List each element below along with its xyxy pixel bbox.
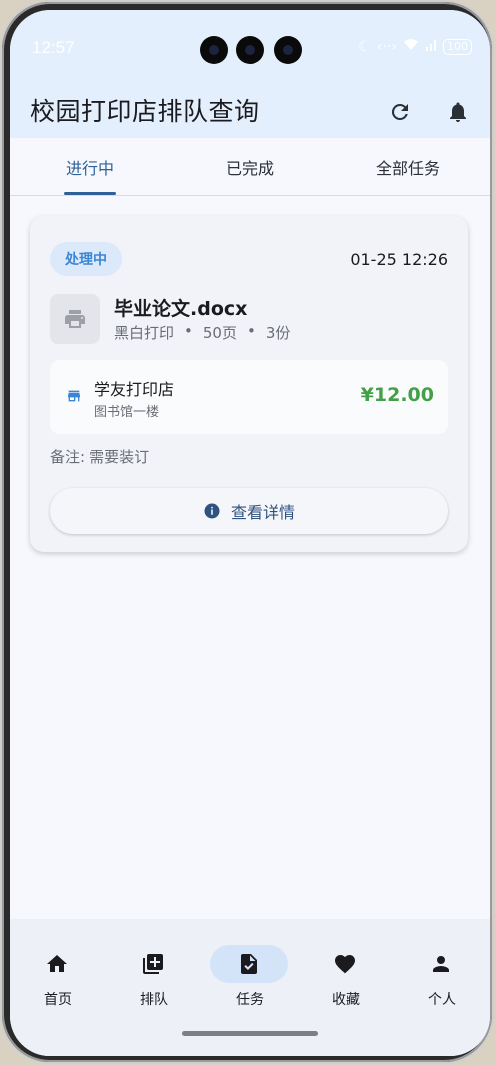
- page-count: 50页: [202, 324, 237, 342]
- nav-label: 首页: [44, 992, 72, 1008]
- status-badge: 处理中: [50, 242, 122, 276]
- camera-icon: [274, 36, 302, 64]
- data-transfer-icon: ‹··›: [376, 38, 397, 55]
- nav-home[interactable]: 首页: [10, 941, 106, 1011]
- status-bar: 12:57 ☾ ‹··› 100: [10, 10, 490, 90]
- heart-icon: [332, 951, 358, 977]
- nav-queue[interactable]: 排队: [106, 941, 202, 1011]
- file-name: 毕业论文.docx: [114, 298, 248, 320]
- camera-icon: [236, 36, 264, 64]
- tab-indicator: [64, 192, 116, 195]
- nav-label: 任务: [236, 992, 264, 1008]
- nav-label: 收藏: [332, 992, 360, 1008]
- price: ¥12.00: [360, 384, 434, 406]
- nav-favorites[interactable]: 收藏: [298, 941, 394, 1011]
- screen: 12:57 ☾ ‹··› 100 校园打印店排队查询 进行中 已完成 全部任务 …: [10, 10, 490, 1056]
- add-queue-icon: [140, 951, 166, 977]
- meta-separator: •: [184, 322, 193, 340]
- task-note: 备注: 需要装订: [50, 446, 149, 467]
- printer-icon: [65, 310, 85, 328]
- notification-button[interactable]: [442, 96, 474, 128]
- status-icons: ☾ ‹··› 100: [358, 38, 472, 55]
- shop-name: 学友打印店: [94, 380, 175, 399]
- refresh-button[interactable]: [384, 96, 416, 128]
- tab-all-tasks[interactable]: 全部任务: [328, 138, 488, 195]
- status-time: 12:57: [32, 38, 75, 57]
- task-timestamp: 01-25 12:26: [350, 250, 448, 269]
- task-card[interactable]: 处理中 01-25 12:26 毕业论文.docx 黑白打印 • 50页 • 3…: [30, 216, 468, 552]
- tab-bar: 进行中 已完成 全部任务: [10, 138, 490, 196]
- nav-profile[interactable]: 个人: [394, 941, 490, 1011]
- note-label: 备注:: [50, 448, 86, 466]
- nav-label: 个人: [428, 992, 456, 1008]
- tab-in-progress[interactable]: 进行中: [10, 138, 170, 195]
- home-icon: [44, 951, 70, 977]
- camera-icon: [200, 36, 228, 64]
- moon-icon: ☾: [358, 38, 371, 55]
- battery-icon: 100: [443, 38, 472, 55]
- print-mode: 黑白打印: [114, 324, 175, 342]
- app-bar: 校园打印店排队查询: [10, 90, 490, 138]
- info-icon: [204, 503, 220, 519]
- meta-separator: •: [246, 322, 256, 340]
- view-details-button[interactable]: 查看详情: [50, 488, 448, 534]
- nav-label: 排队: [140, 992, 168, 1008]
- refresh-icon: [391, 103, 408, 120]
- wifi-icon: [403, 38, 419, 55]
- person-icon: [428, 951, 454, 977]
- file-icon-box: [50, 294, 100, 344]
- shop-info[interactable]: 学友打印店 图书馆一楼 ¥12.00: [50, 360, 448, 434]
- file-meta: 黑白打印 • 50页 • 3份: [114, 322, 290, 343]
- copy-count: 3份: [265, 324, 291, 342]
- shop-location: 图书馆一楼: [94, 405, 160, 420]
- store-icon: [68, 390, 80, 402]
- page-title: 校园打印店排队查询: [30, 97, 260, 126]
- bell-icon: [450, 102, 466, 122]
- task-icon: [236, 951, 262, 977]
- home-indicator[interactable]: [182, 1031, 318, 1036]
- note-text: 需要装订: [89, 448, 150, 466]
- view-details-label: 查看详情: [230, 503, 295, 522]
- phone-frame: 12:57 ☾ ‹··› 100 校园打印店排队查询 进行中 已完成 全部任务 …: [2, 2, 492, 1062]
- tab-completed[interactable]: 已完成: [170, 138, 330, 195]
- signal-icon: [425, 39, 437, 55]
- nav-tasks[interactable]: 任务: [202, 941, 298, 1011]
